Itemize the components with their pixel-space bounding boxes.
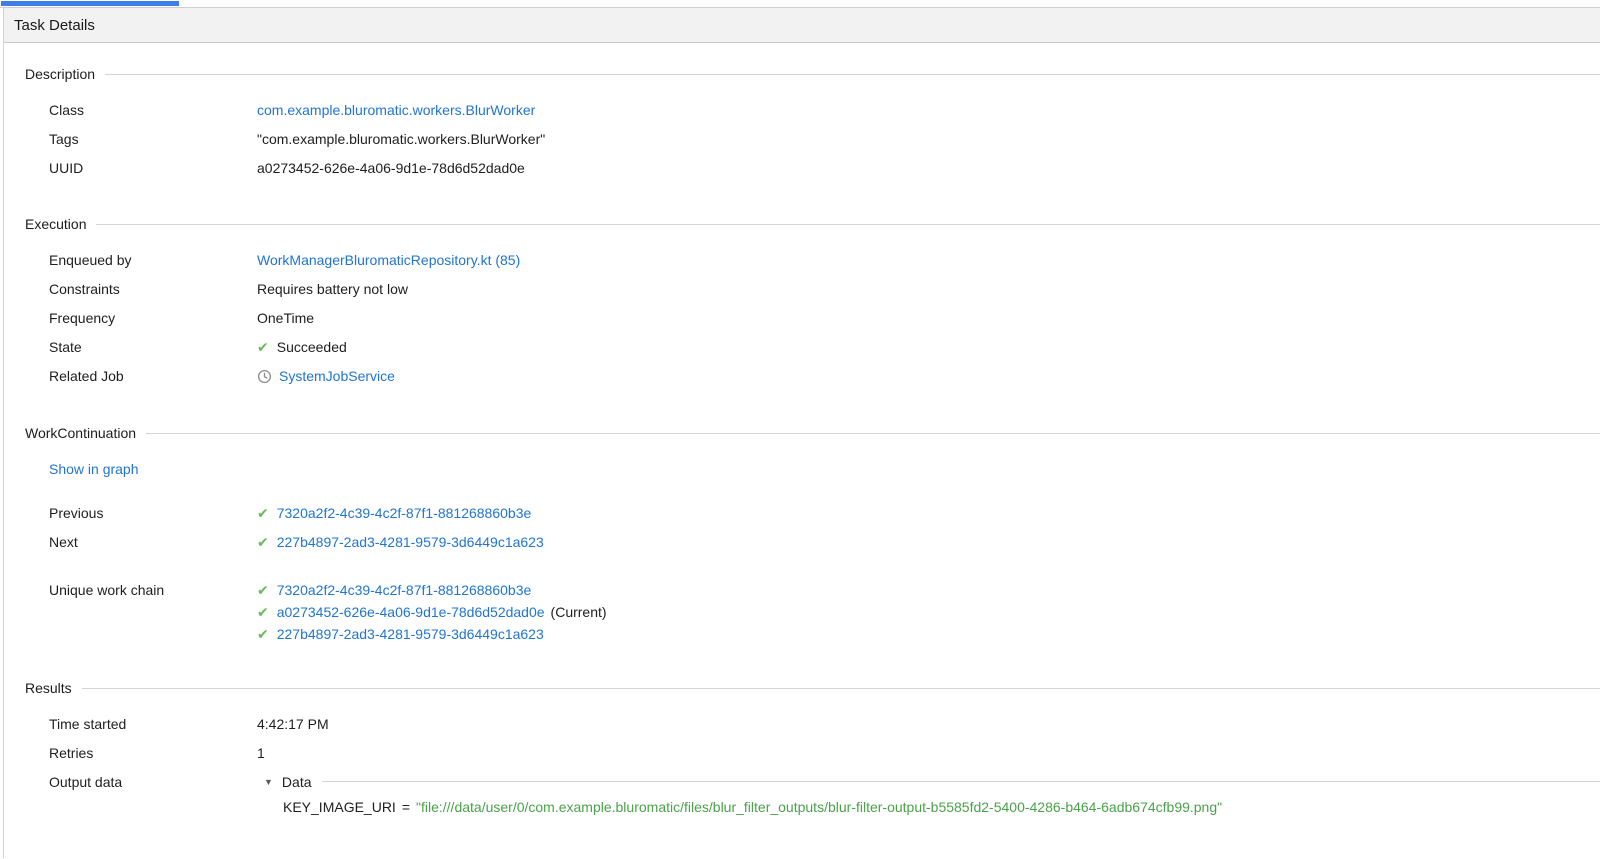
check-icon: ✔ [257, 627, 269, 641]
row-frequency: Frequency OneTime [49, 303, 1600, 332]
section-divider [82, 688, 1600, 689]
row-label: Output data [49, 774, 257, 790]
row-label: Time started [49, 716, 257, 732]
chain-work-link[interactable]: 7320a2f2-4c39-4c2f-87f1-881268860b3e [277, 582, 532, 598]
row-unique-work-chain: Unique work chain ✔ 7320a2f2-4c39-4c2f-8… [49, 579, 1600, 645]
row-label: UUID [49, 160, 257, 176]
row-state: State ✔ Succeeded [49, 332, 1600, 361]
section-title: Results [25, 680, 72, 696]
row-label: Previous [49, 505, 257, 521]
uuid-value: a0273452-626e-4a06-9d1e-78d6d52dad0e [257, 160, 1600, 176]
previous-work-link[interactable]: 7320a2f2-4c39-4c2f-87f1-881268860b3e [277, 505, 532, 521]
chain-work-link[interactable]: 227b4897-2ad3-4281-9579-3d6449c1a623 [277, 626, 544, 642]
chain-work-link[interactable]: a0273452-626e-4a06-9d1e-78d6d52dad0e [277, 604, 545, 620]
active-tab-indicator [1, 1, 179, 6]
section-title: Description [25, 66, 95, 82]
output-key: KEY_IMAGE_URI [283, 799, 396, 815]
check-icon: ✔ [257, 583, 269, 597]
class-link[interactable]: com.example.bluromatic.workers.BlurWorke… [257, 102, 535, 118]
collapse-triangle-icon[interactable]: ▼ [264, 777, 273, 787]
section-header-description: Description [25, 64, 1600, 84]
section-work-continuation: WorkContinuation Show in graph Previous … [4, 423, 1600, 645]
row-label: Retries [49, 745, 257, 761]
row-uuid: UUID a0273452-626e-4a06-9d1e-78d6d52dad0… [49, 153, 1600, 182]
row-next: Next ✔ 227b4897-2ad3-4281-9579-3d6449c1a… [49, 527, 1600, 556]
state-value: Succeeded [277, 339, 347, 355]
related-job-link[interactable]: SystemJobService [279, 368, 395, 384]
current-badge: (Current) [551, 604, 607, 620]
equals-sign: = [402, 799, 410, 815]
next-work-link[interactable]: 227b4897-2ad3-4281-9579-3d6449c1a623 [277, 534, 544, 550]
section-title: WorkContinuation [25, 425, 136, 441]
retries-value: 1 [257, 745, 1600, 761]
section-header-work-continuation: WorkContinuation [25, 423, 1600, 443]
row-label: Enqueued by [49, 252, 257, 268]
data-group-label: Data [282, 774, 312, 790]
enqueued-by-link[interactable]: WorkManagerBluromaticRepository.kt (85) [257, 252, 520, 268]
chain-item-current: ✔ a0273452-626e-4a06-9d1e-78d6d52dad0e (… [257, 601, 1600, 623]
row-enqueued-by: Enqueued by WorkManagerBluromaticReposit… [49, 245, 1600, 274]
row-related-job: Related Job SystemJobService [49, 361, 1600, 390]
row-constraints: Constraints Requires battery not low [49, 274, 1600, 303]
show-in-graph-link[interactable]: Show in graph [49, 461, 139, 477]
row-time-started: Time started 4:42:17 PM [49, 709, 1600, 738]
row-label: Related Job [49, 368, 257, 384]
frequency-value: OneTime [257, 310, 1600, 326]
output-data-entry: KEY_IMAGE_URI = "file:///data/user/0/com… [283, 796, 1600, 818]
section-divider [105, 74, 1600, 75]
time-started-value: 4:42:17 PM [257, 716, 1600, 732]
task-details-panel: Task Details Description Class com.examp… [3, 8, 1600, 858]
chain-item: ✔ 7320a2f2-4c39-4c2f-87f1-881268860b3e [257, 579, 1600, 601]
chain-item: ✔ 227b4897-2ad3-4281-9579-3d6449c1a623 [257, 623, 1600, 645]
row-label: State [49, 339, 257, 355]
row-tags: Tags "com.example.bluromatic.workers.Blu… [49, 124, 1600, 153]
task-details-content: Description Class com.example.bluromatic… [4, 64, 1600, 818]
row-label: Tags [49, 131, 257, 147]
succeeded-check-icon: ✔ [257, 340, 269, 354]
check-icon: ✔ [257, 535, 269, 549]
data-divider [322, 781, 1600, 782]
row-show-in-graph: Show in graph [49, 454, 1600, 483]
section-title: Execution [25, 216, 86, 232]
section-description: Description Class com.example.bluromatic… [4, 64, 1600, 182]
section-header-results: Results [25, 678, 1600, 698]
row-output-data: Output data ▼ Data [49, 767, 1600, 796]
section-divider [146, 433, 1600, 434]
tool-window-tab-strip [0, 0, 1600, 8]
row-class: Class com.example.bluromatic.workers.Blu… [49, 95, 1600, 124]
section-execution: Execution Enqueued by WorkManagerBluroma… [4, 214, 1600, 390]
tags-value: "com.example.bluromatic.workers.BlurWork… [257, 131, 1600, 147]
row-previous: Previous ✔ 7320a2f2-4c39-4c2f-87f1-88126… [49, 498, 1600, 527]
row-label: Constraints [49, 281, 257, 297]
output-value: "file:///data/user/0/com.example.bluroma… [416, 799, 1222, 815]
row-label: Class [49, 102, 257, 118]
row-label: Frequency [49, 310, 257, 326]
row-retries: Retries 1 [49, 738, 1600, 767]
section-header-execution: Execution [25, 214, 1600, 234]
clock-icon [257, 369, 272, 384]
section-results: Results Time started 4:42:17 PM Retries … [4, 678, 1600, 818]
check-icon: ✔ [257, 605, 269, 619]
row-label: Unique work chain [49, 579, 257, 601]
check-icon: ✔ [257, 506, 269, 520]
section-divider [96, 224, 1600, 225]
row-label: Next [49, 534, 257, 550]
constraints-value: Requires battery not low [257, 281, 1600, 297]
panel-title: Task Details [4, 8, 1600, 43]
